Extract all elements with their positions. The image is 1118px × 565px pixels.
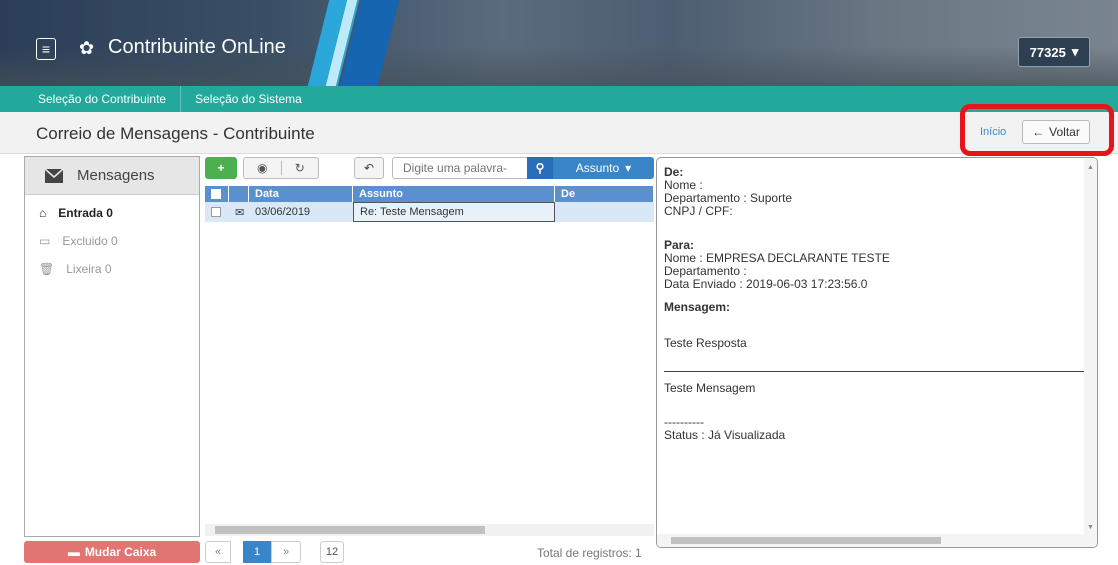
scroll-down-icon[interactable]: ▼	[1087, 524, 1094, 531]
caret-down-icon: ▾	[625, 161, 632, 175]
scrollbar-thumb[interactable]	[671, 537, 941, 544]
checkbox	[211, 207, 221, 217]
folder-lixeira[interactable]: 🗑︎ Lixeira 0	[25, 255, 199, 283]
assunto-label: Assunto	[575, 161, 620, 175]
inbox-icon: ⌂	[39, 206, 47, 220]
mudar-caixa-label: Mudar Caixa	[84, 545, 157, 559]
reply-button[interactable]: ↶	[354, 157, 384, 179]
page-title: Correio de Mensagens - Contribuinte	[36, 124, 315, 143]
view-refresh-group: ◉ ↻	[243, 157, 319, 179]
folder-icon: ▭	[39, 234, 51, 248]
message-preview-panel: De: Nome : Departamento : Suporte CNPJ /…	[656, 157, 1098, 548]
envelope-icon	[45, 168, 63, 183]
page-title-bar: Correio de Mensagens - Contribuinte Iníc…	[0, 112, 1118, 154]
envelope-icon: ✉	[235, 206, 245, 219]
row-data: 03/06/2019	[255, 206, 311, 218]
message-status: Status : Já Visualizada	[664, 428, 786, 442]
page-size-value: 12	[325, 546, 339, 558]
checkbox	[211, 189, 221, 199]
mailbox-header: Mensagens	[25, 157, 199, 195]
user-dropdown-button[interactable]: 77325 ▾	[1018, 37, 1090, 67]
new-message-button[interactable]: +	[205, 157, 237, 179]
row-checkbox[interactable]	[205, 202, 229, 222]
pager-next-button[interactable]: »	[271, 541, 301, 563]
mensagem-label: Mensagem:	[664, 300, 731, 314]
column-data[interactable]: Data	[249, 186, 353, 202]
caret-down-icon: ▾	[1071, 44, 1079, 59]
pager-next-label: »	[282, 546, 290, 558]
nav-selecao-sistema[interactable]: Seleção do Sistema	[181, 86, 316, 112]
plus-icon: +	[217, 161, 225, 175]
table-row[interactable]: ✉ 03/06/2019 Re: Teste Mensagem	[205, 202, 654, 222]
folder-label: Excluido 0	[62, 234, 118, 248]
de-cnpj: CNPJ / CPF:	[664, 204, 733, 218]
hamburger-menu-icon[interactable]: ≡	[36, 38, 56, 60]
preview-horizontal-scrollbar[interactable]	[657, 534, 1085, 547]
message-resposta: Teste Resposta	[664, 336, 747, 350]
mailbox-header-label: Mensagens	[77, 167, 155, 184]
inbox-tray-icon: ▬	[67, 545, 80, 559]
message-original: Teste Mensagem	[664, 381, 756, 395]
table-header: Data Assunto De	[205, 186, 654, 202]
scrollbar-thumb[interactable]	[215, 526, 485, 534]
search-icon: ⚲	[535, 161, 545, 175]
mudar-caixa-button[interactable]: ▬ Mudar Caixa	[24, 541, 200, 563]
page-size-select[interactable]: 12	[320, 541, 344, 563]
row-de	[555, 202, 654, 222]
column-de[interactable]: De	[555, 186, 654, 202]
app-title: Contribuinte OnLine	[108, 36, 286, 58]
top-navigation: Seleção do Contribuinte Seleção do Siste…	[0, 86, 1118, 112]
nav-selecao-contribuinte[interactable]: Seleção do Contribuinte	[0, 86, 182, 112]
folder-entrada[interactable]: ⌂ Entrada 0	[25, 199, 199, 227]
data-enviado: Data Enviado : 2019-06-03 17:23:56.0	[664, 277, 868, 291]
messages-table: Data Assunto De ✉ 03/06/2019 Re: Teste M…	[205, 186, 654, 526]
refresh-icon[interactable]: ↻	[282, 161, 319, 175]
gear-icon: ✿	[79, 38, 95, 58]
folder-label: Entrada 0	[58, 206, 113, 220]
scroll-up-icon[interactable]: ▲	[1087, 164, 1094, 171]
row-assunto: Re: Teste Mensagem	[353, 202, 555, 222]
select-all-checkbox[interactable]	[205, 186, 229, 202]
preview-vertical-scrollbar[interactable]: ▲ ▼	[1084, 158, 1097, 547]
user-id: 77325	[1029, 44, 1066, 60]
table-horizontal-scrollbar[interactable]	[205, 524, 654, 536]
message-content: De: Nome : Departamento : Suporte CNPJ /…	[664, 166, 1084, 442]
app-header: ≡ ✿ Contribuinte OnLine 77325 ▾	[0, 0, 1118, 86]
folder-label: Lixeira 0	[66, 262, 112, 276]
total-records: Total de registros: 1	[537, 546, 642, 560]
pager-first-button[interactable]: «	[205, 541, 231, 563]
reply-icon: ↶	[363, 161, 375, 175]
highlight-box	[960, 104, 1114, 156]
search-button[interactable]: ⚲	[527, 157, 553, 179]
pager-current-page[interactable]: 1	[243, 541, 271, 563]
search-input[interactable]	[392, 157, 528, 179]
column-assunto[interactable]: Assunto	[353, 186, 555, 202]
assunto-dropdown-button[interactable]: Assunto ▾	[553, 157, 654, 179]
folder-excluido[interactable]: ▭ Excluido 0	[25, 227, 199, 255]
pager-current-label: 1	[253, 546, 261, 558]
trash-icon: 🗑︎	[39, 262, 55, 276]
eye-icon[interactable]: ◉	[244, 161, 282, 175]
icon-column-header	[229, 186, 249, 202]
de-label: De:	[664, 165, 684, 179]
mailbox-sidebar: Mensagens ⌂ Entrada 0 ▭ Excluido 0 🗑︎ Li…	[24, 156, 200, 537]
pager-first-label: «	[214, 546, 222, 558]
